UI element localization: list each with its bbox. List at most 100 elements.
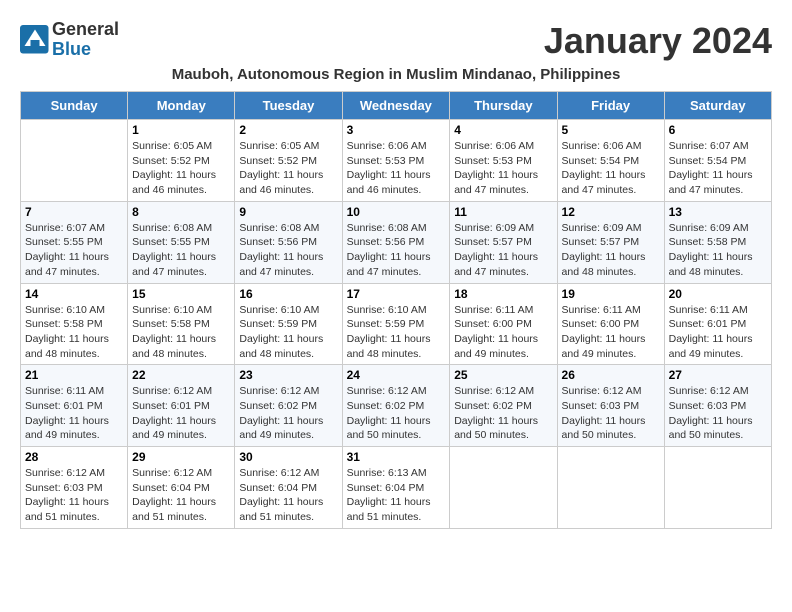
day-number: 5 [562,123,660,137]
calendar-week-1: 1 Sunrise: 6:05 AMSunset: 5:52 PMDaylight… [21,120,772,202]
calendar-cell: 23Sunrise: 6:12 AMSunset: 6:02 PMDayligh… [235,365,342,447]
calendar-cell: 2 Sunrise: 6:05 AMSunset: 5:52 PMDaylight… [235,120,342,202]
day-info: Sunrise: 6:10 AMSunset: 5:59 PMDaylight:… [239,303,337,362]
day-number: 2 [239,123,337,137]
calendar-cell: 18Sunrise: 6:11 AMSunset: 6:00 PMDayligh… [450,283,557,365]
day-number: 25 [454,368,552,382]
day-info: Sunrise: 6:12 AMSunset: 6:04 PMDaylight:… [132,466,230,525]
day-number: 24 [347,368,446,382]
calendar-week-2: 7Sunrise: 6:07 AMSunset: 5:55 PMDaylight… [21,201,772,283]
day-info: Sunrise: 6:09 AMSunset: 5:58 PMDaylight:… [669,221,767,280]
day-info: Sunrise: 6:05 AMSunset: 5:52 PMDaylight:… [132,139,230,198]
calendar-week-4: 21Sunrise: 6:11 AMSunset: 6:01 PMDayligh… [21,365,772,447]
calendar-cell [21,120,128,202]
day-info: Sunrise: 6:09 AMSunset: 5:57 PMDaylight:… [454,221,552,280]
day-info: Sunrise: 6:12 AMSunset: 6:02 PMDaylight:… [239,384,337,443]
calendar-cell: 3 Sunrise: 6:06 AMSunset: 5:53 PMDaylight… [342,120,450,202]
calendar-cell: 28 Sunrise: 6:12 AMSunset: 6:03 PMDayligh… [21,447,128,529]
day-info: Sunrise: 6:12 AMSunset: 6:04 PMDaylight:… [239,466,337,525]
day-number: 13 [669,205,767,219]
logo-blue-text: Blue [52,40,119,60]
logo: General Blue [20,20,119,60]
day-info: Sunrise: 6:13 AMSunset: 6:04 PMDaylight:… [347,466,446,525]
calendar-cell: 12 Sunrise: 6:09 AMSunset: 5:57 PMDayligh… [557,201,664,283]
day-info: Sunrise: 6:07 AMSunset: 5:54 PMDaylight:… [669,139,767,198]
day-number: 18 [454,287,552,301]
calendar-cell: 21Sunrise: 6:11 AMSunset: 6:01 PMDayligh… [21,365,128,447]
calendar-cell: 7Sunrise: 6:07 AMSunset: 5:55 PMDaylight… [21,201,128,283]
day-number: 30 [239,450,337,464]
day-info: Sunrise: 6:06 AMSunset: 5:53 PMDaylight:… [454,139,552,198]
page-subtitle: Mauboh, Autonomous Region in Muslim Mind… [20,66,772,83]
day-number: 10 [347,205,446,219]
day-info: Sunrise: 6:12 AMSunset: 6:03 PMDaylight:… [669,384,767,443]
page-header: General Blue January 2024 [20,20,772,62]
calendar-header-sunday: Sunday [21,92,128,120]
day-info: Sunrise: 6:12 AMSunset: 6:02 PMDaylight:… [454,384,552,443]
calendar-cell: 13 Sunrise: 6:09 AMSunset: 5:58 PMDayligh… [664,201,771,283]
day-info: Sunrise: 6:12 AMSunset: 6:01 PMDaylight:… [132,384,230,443]
logo-general-text: General [52,20,119,40]
day-info: Sunrise: 6:11 AMSunset: 6:01 PMDaylight:… [669,303,767,362]
calendar-cell: 27 Sunrise: 6:12 AMSunset: 6:03 PMDayligh… [664,365,771,447]
calendar-header-row: SundayMondayTuesdayWednesdayThursdayFrid… [21,92,772,120]
calendar-cell: 22 Sunrise: 6:12 AMSunset: 6:01 PMDayligh… [128,365,235,447]
calendar-header-friday: Friday [557,92,664,120]
day-info: Sunrise: 6:11 AMSunset: 6:00 PMDaylight:… [562,303,660,362]
calendar-cell: 24 Sunrise: 6:12 AMSunset: 6:02 PMDayligh… [342,365,450,447]
day-number: 27 [669,368,767,382]
calendar-cell: 8 Sunrise: 6:08 AMSunset: 5:55 PMDaylight… [128,201,235,283]
calendar-header-tuesday: Tuesday [235,92,342,120]
calendar-cell [450,447,557,529]
day-number: 17 [347,287,446,301]
day-info: Sunrise: 6:09 AMSunset: 5:57 PMDaylight:… [562,221,660,280]
day-info: Sunrise: 6:08 AMSunset: 5:55 PMDaylight:… [132,221,230,280]
calendar-cell: 1 Sunrise: 6:05 AMSunset: 5:52 PMDaylight… [128,120,235,202]
calendar-cell: 14Sunrise: 6:10 AMSunset: 5:58 PMDayligh… [21,283,128,365]
day-number: 8 [132,205,230,219]
day-info: Sunrise: 6:06 AMSunset: 5:54 PMDaylight:… [562,139,660,198]
day-number: 11 [454,205,552,219]
day-info: Sunrise: 6:05 AMSunset: 5:52 PMDaylight:… [239,139,337,198]
day-number: 12 [562,205,660,219]
day-number: 28 [25,450,123,464]
calendar-cell: 26Sunrise: 6:12 AMSunset: 6:03 PMDayligh… [557,365,664,447]
day-number: 15 [132,287,230,301]
day-number: 31 [347,450,446,464]
calendar-cell: 25 Sunrise: 6:12 AMSunset: 6:02 PMDayligh… [450,365,557,447]
day-number: 29 [132,450,230,464]
day-info: Sunrise: 6:08 AMSunset: 5:56 PMDaylight:… [239,221,337,280]
day-info: Sunrise: 6:07 AMSunset: 5:55 PMDaylight:… [25,221,123,280]
day-info: Sunrise: 6:12 AMSunset: 6:03 PMDaylight:… [25,466,123,525]
day-number: 16 [239,287,337,301]
day-info: Sunrise: 6:06 AMSunset: 5:53 PMDaylight:… [347,139,446,198]
calendar-cell: 17Sunrise: 6:10 AMSunset: 5:59 PMDayligh… [342,283,450,365]
day-number: 1 [132,123,230,137]
day-number: 3 [347,123,446,137]
calendar-cell: 6Sunrise: 6:07 AMSunset: 5:54 PMDaylight… [664,120,771,202]
day-number: 14 [25,287,123,301]
calendar-cell: 31 Sunrise: 6:13 AMSunset: 6:04 PMDayligh… [342,447,450,529]
calendar-cell: 15Sunrise: 6:10 AMSunset: 5:58 PMDayligh… [128,283,235,365]
logo-icon [20,25,50,55]
calendar-cell: 29 Sunrise: 6:12 AMSunset: 6:04 PMDayligh… [128,447,235,529]
day-info: Sunrise: 6:12 AMSunset: 6:02 PMDaylight:… [347,384,446,443]
calendar-header-monday: Monday [128,92,235,120]
day-info: Sunrise: 6:08 AMSunset: 5:56 PMDaylight:… [347,221,446,280]
calendar-cell: 10 Sunrise: 6:08 AMSunset: 5:56 PMDayligh… [342,201,450,283]
day-number: 22 [132,368,230,382]
calendar-cell: 9Sunrise: 6:08 AMSunset: 5:56 PMDaylight… [235,201,342,283]
day-number: 20 [669,287,767,301]
calendar-cell: 11 Sunrise: 6:09 AMSunset: 5:57 PMDayligh… [450,201,557,283]
calendar-cell: 4Sunrise: 6:06 AMSunset: 5:53 PMDaylight… [450,120,557,202]
calendar-week-5: 28 Sunrise: 6:12 AMSunset: 6:03 PMDayligh… [21,447,772,529]
calendar-header-saturday: Saturday [664,92,771,120]
calendar-header-wednesday: Wednesday [342,92,450,120]
calendar-header-thursday: Thursday [450,92,557,120]
day-number: 19 [562,287,660,301]
calendar-cell: 5 Sunrise: 6:06 AMSunset: 5:54 PMDaylight… [557,120,664,202]
day-info: Sunrise: 6:12 AMSunset: 6:03 PMDaylight:… [562,384,660,443]
calendar-cell: 16 Sunrise: 6:10 AMSunset: 5:59 PMDayligh… [235,283,342,365]
calendar-cell: 20 Sunrise: 6:11 AMSunset: 6:01 PMDayligh… [664,283,771,365]
calendar-week-3: 14Sunrise: 6:10 AMSunset: 5:58 PMDayligh… [21,283,772,365]
